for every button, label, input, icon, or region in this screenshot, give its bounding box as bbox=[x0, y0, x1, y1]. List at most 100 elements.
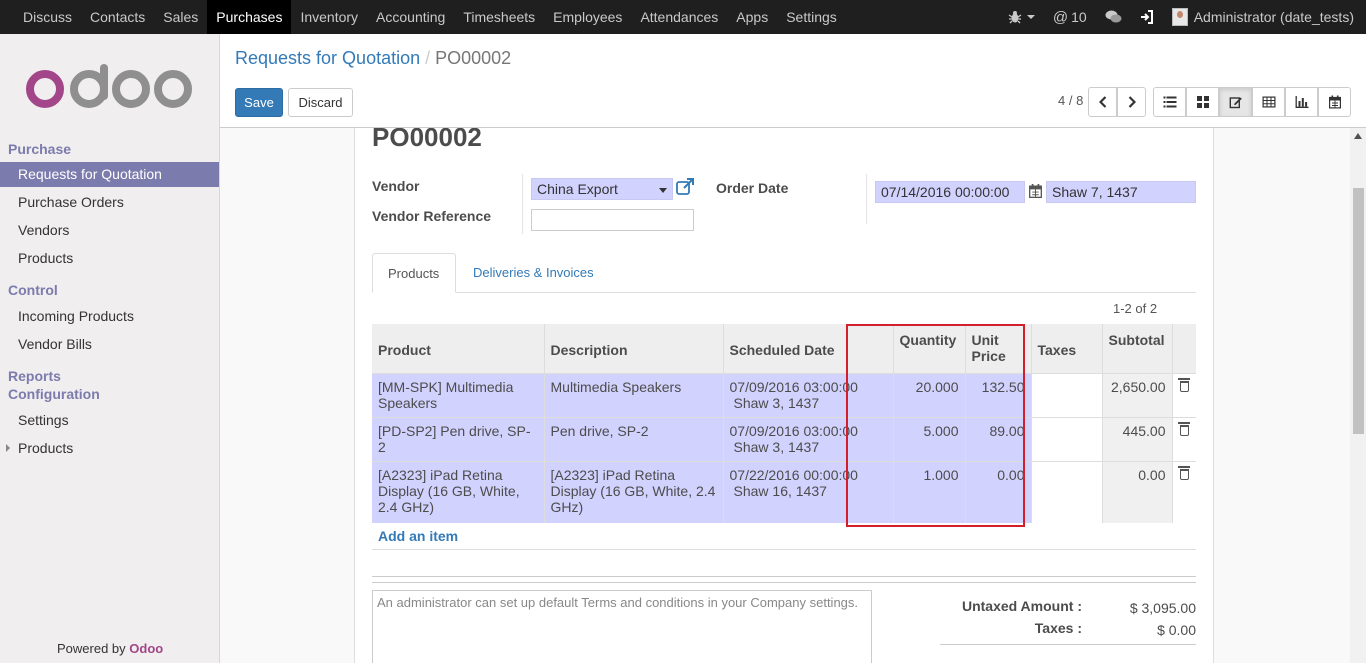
tab-deliveries-invoices[interactable]: Deliveries & Invoices bbox=[458, 253, 609, 293]
list-view-button[interactable] bbox=[1153, 87, 1186, 117]
mentions-button[interactable]: @ 10 bbox=[1044, 0, 1096, 34]
odoo-logo[interactable] bbox=[26, 64, 196, 114]
tab-products[interactable]: Products bbox=[372, 253, 456, 293]
form-view-button[interactable] bbox=[1219, 87, 1252, 117]
column-header-quantity[interactable]: Quantity bbox=[892, 324, 965, 373]
form-sheet: PO00002 Vendor Vendor Reference China Ex… bbox=[354, 128, 1214, 663]
order-date-alt-input[interactable]: Shaw 7, 1437 bbox=[1046, 181, 1196, 203]
cell-description[interactable]: Pen drive, SP-2 bbox=[543, 416, 723, 461]
cell-unit-price[interactable]: 132.50 bbox=[964, 372, 1031, 417]
save-button[interactable]: Save bbox=[235, 88, 283, 117]
pager-previous-button[interactable] bbox=[1088, 87, 1117, 117]
vendor-reference-input[interactable] bbox=[531, 209, 694, 231]
cell-product[interactable]: [PD-SP2] Pen drive, SP-2 bbox=[372, 416, 544, 461]
sidebar-item-incoming-products[interactable]: Incoming Products bbox=[0, 304, 219, 329]
menu-apps[interactable]: Apps bbox=[727, 0, 777, 34]
user-menu[interactable]: Administrator (date_tests) bbox=[1163, 0, 1366, 34]
powered-by-link[interactable]: Odoo bbox=[129, 641, 163, 656]
cell-unit-price[interactable]: 0.00 bbox=[964, 460, 1031, 523]
section-configuration[interactable]: Configuration bbox=[8, 386, 100, 402]
breadcrumb-parent[interactable]: Requests for Quotation bbox=[235, 48, 420, 68]
column-header-product[interactable]: Product bbox=[372, 324, 544, 373]
menu-discuss[interactable]: Discuss bbox=[14, 0, 81, 34]
cell-subtotal: 445.00 bbox=[1101, 416, 1172, 461]
cell-description[interactable]: [A2323] iPad Retina Display (16 GB, Whit… bbox=[543, 460, 723, 523]
at-icon: @ bbox=[1052, 8, 1069, 26]
menu-contacts[interactable]: Contacts bbox=[81, 0, 154, 34]
sidebar-item-requests-for-quotation[interactable]: Requests for Quotation bbox=[0, 162, 219, 187]
discard-button[interactable]: Discard bbox=[288, 88, 353, 117]
taxes-label: Taxes : bbox=[1034, 620, 1082, 636]
order-date-input[interactable]: 07/14/2016 00:00:00 bbox=[875, 181, 1025, 203]
external-link-icon[interactable] bbox=[676, 178, 695, 196]
delete-line-button[interactable] bbox=[1171, 372, 1196, 417]
untaxed-amount-value: $ 3,095.00 bbox=[1129, 600, 1196, 616]
pager-next-button[interactable] bbox=[1117, 87, 1146, 117]
untaxed-amount-label: Untaxed Amount : bbox=[961, 598, 1082, 614]
cell-taxes[interactable] bbox=[1030, 416, 1102, 461]
cell-product[interactable]: [MM-SPK] Multimedia Speakers bbox=[372, 372, 544, 417]
cell-taxes[interactable] bbox=[1030, 372, 1102, 417]
vertical-scrollbar[interactable] bbox=[1350, 128, 1366, 663]
kanban-view-button[interactable] bbox=[1186, 87, 1219, 117]
app-menu: Discuss Contacts Sales Purchases Invento… bbox=[0, 0, 846, 34]
sidebar-item-products[interactable]: Products bbox=[0, 246, 219, 271]
pager-value: 4 / 8 bbox=[1058, 93, 1084, 108]
menu-timesheets[interactable]: Timesheets bbox=[454, 0, 544, 34]
scroll-up-arrow-icon[interactable] bbox=[1354, 133, 1362, 139]
breadcrumb: Requests for Quotation / PO00002 bbox=[235, 48, 511, 69]
sidebar-item-vendor-bills[interactable]: Vendor Bills bbox=[0, 332, 219, 357]
cell-scheduled-date[interactable]: 07/09/2016 03:00:00 Shaw 3, 1437 bbox=[722, 416, 893, 461]
column-header-description[interactable]: Description bbox=[543, 324, 723, 373]
debug-menu[interactable] bbox=[999, 0, 1044, 34]
menu-attendances[interactable]: Attendances bbox=[631, 0, 727, 34]
sidebar-item-vendors[interactable]: Vendors bbox=[0, 218, 219, 243]
cell-taxes[interactable] bbox=[1030, 460, 1102, 523]
chat-button[interactable] bbox=[1096, 0, 1131, 34]
trash-icon bbox=[1177, 465, 1190, 480]
cell-scheduled-date[interactable]: 07/09/2016 03:00:00 Shaw 3, 1437 bbox=[722, 372, 893, 417]
column-header-scheduled-date[interactable]: Scheduled Date bbox=[722, 324, 893, 373]
table-row[interactable]: [PD-SP2] Pen drive, SP-2 Pen drive, SP-2… bbox=[372, 416, 1196, 461]
sidebar-item-purchase-orders[interactable]: Purchase Orders bbox=[0, 190, 219, 215]
graph-view-button[interactable] bbox=[1285, 87, 1318, 117]
menu-inventory[interactable]: Inventory bbox=[291, 0, 367, 34]
cell-product[interactable]: [A2323] iPad Retina Display (16 GB, Whit… bbox=[372, 460, 544, 523]
delete-line-button[interactable] bbox=[1171, 416, 1196, 461]
column-header-unit-price[interactable]: Unit Price bbox=[964, 324, 1031, 373]
vendor-select[interactable]: China Export bbox=[531, 178, 673, 200]
divider bbox=[372, 549, 1196, 550]
pivot-view-button[interactable] bbox=[1252, 87, 1285, 117]
section-purchase[interactable]: Purchase bbox=[8, 141, 71, 157]
table-row[interactable]: [MM-SPK] Multimedia Speakers Multimedia … bbox=[372, 372, 1196, 417]
cell-quantity[interactable]: 20.000 bbox=[892, 372, 965, 417]
menu-purchases[interactable]: Purchases bbox=[207, 0, 292, 34]
section-control[interactable]: Control bbox=[8, 282, 58, 298]
calendar-view-button[interactable] bbox=[1318, 87, 1351, 117]
cell-subtotal: 0.00 bbox=[1101, 460, 1172, 523]
sidebar-item-config-products[interactable]: Products bbox=[0, 436, 219, 461]
table-icon bbox=[1262, 96, 1275, 108]
calendar-icon bbox=[1328, 95, 1341, 109]
scrollbar-thumb[interactable] bbox=[1353, 188, 1364, 434]
delete-line-button[interactable] bbox=[1171, 460, 1196, 523]
menu-sales[interactable]: Sales bbox=[154, 0, 207, 34]
terms-notes-field[interactable]: An administrator can set up default Term… bbox=[372, 590, 872, 663]
scheduled-date: 07/22/2016 00:00:00 bbox=[729, 466, 858, 483]
menu-accounting[interactable]: Accounting bbox=[367, 0, 454, 34]
cell-unit-price[interactable]: 89.00 bbox=[964, 416, 1031, 461]
cell-description[interactable]: Multimedia Speakers bbox=[543, 372, 723, 417]
add-item-link[interactable]: Add an item bbox=[378, 528, 458, 544]
sidebar-item-settings[interactable]: Settings bbox=[0, 408, 219, 433]
menu-employees[interactable]: Employees bbox=[544, 0, 631, 34]
cell-scheduled-date[interactable]: 07/22/2016 00:00:00 Shaw 16, 1437 bbox=[722, 460, 893, 523]
column-header-taxes[interactable]: Taxes bbox=[1030, 324, 1102, 373]
signin-button[interactable] bbox=[1131, 0, 1163, 34]
table-row[interactable]: [A2323] iPad Retina Display (16 GB, Whit… bbox=[372, 460, 1196, 523]
column-header-subtotal[interactable]: Subtotal bbox=[1101, 324, 1172, 373]
cell-quantity[interactable]: 1.000 bbox=[892, 460, 965, 523]
cell-quantity[interactable]: 5.000 bbox=[892, 416, 965, 461]
menu-settings[interactable]: Settings bbox=[777, 0, 846, 34]
section-reports[interactable]: Reports bbox=[8, 368, 61, 384]
calendar-icon[interactable] bbox=[1029, 184, 1042, 198]
